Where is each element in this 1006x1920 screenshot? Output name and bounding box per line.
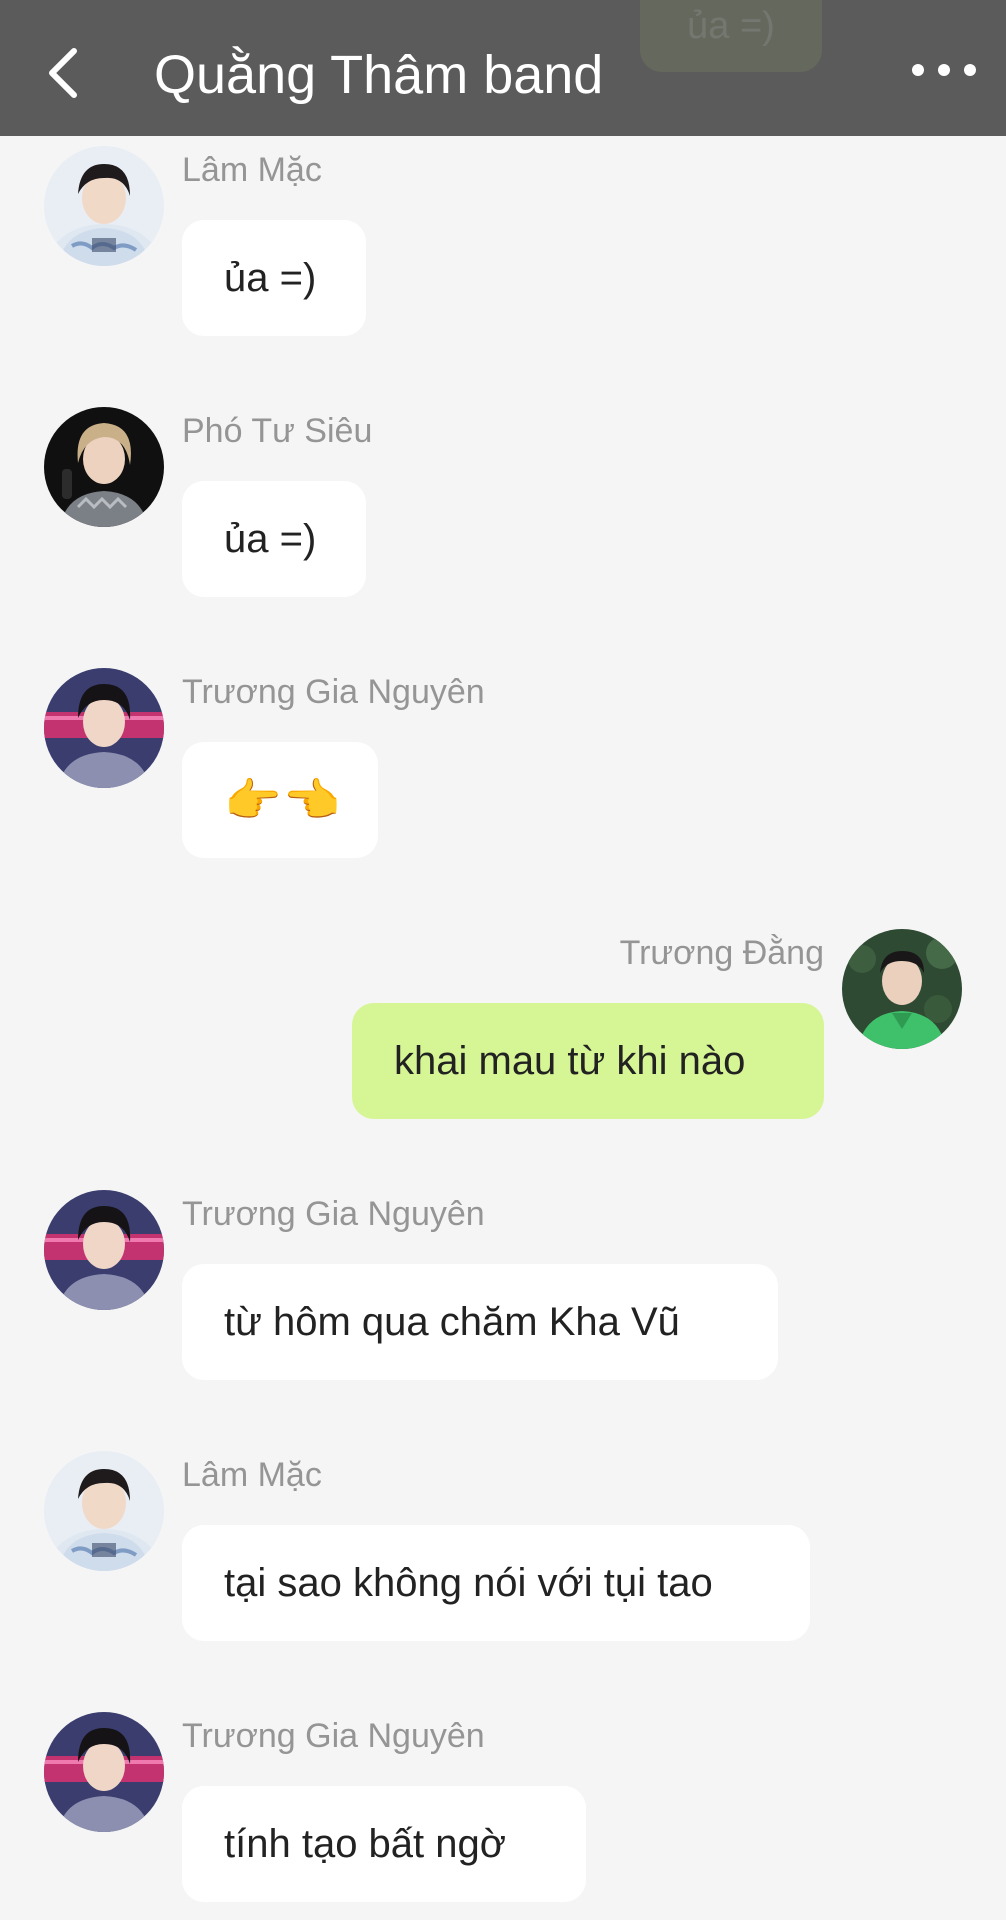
more-options-button[interactable] <box>912 50 976 90</box>
avatar-truong-gia-nguyen[interactable] <box>44 668 164 788</box>
sender-name: Trương Gia Nguyên <box>182 673 485 711</box>
message-bubble[interactable]: tại sao không nói với tụi tao <box>182 1525 810 1641</box>
sender-name: Trương Gia Nguyên <box>182 1717 485 1755</box>
avatar-lam-mac[interactable] <box>44 146 164 266</box>
avatar-truong-gia-nguyen[interactable] <box>44 1712 164 1832</box>
message-bubble[interactable]: 👉👈 <box>182 742 378 858</box>
avatar-truong-gia-nguyen[interactable] <box>44 1190 164 1310</box>
message-bubble[interactable]: từ hôm qua chăm Kha Vũ <box>182 1264 778 1380</box>
sender-name: Lâm Mặc <box>182 151 322 189</box>
chevron-left-icon <box>49 48 77 98</box>
sender-name: Lâm Mặc <box>182 1456 322 1494</box>
avatar-pho-tu-sieu[interactable] <box>44 407 164 527</box>
sender-name: Trương Đằng <box>619 934 824 972</box>
chat-header: ủa =) Quằng Thâm band <box>0 0 1006 136</box>
sender-name: Phó Tư Siêu <box>182 412 373 450</box>
avatar-truong-dang[interactable] <box>842 929 962 1049</box>
message-bubble[interactable]: ủa =) <box>182 220 366 336</box>
chat-title: Quằng Thâm band <box>154 45 604 105</box>
avatar-lam-mac[interactable] <box>44 1451 164 1571</box>
message-bubble[interactable]: ủa =) <box>182 481 366 597</box>
message-bubble[interactable]: khai mau từ khi nào <box>352 1003 824 1119</box>
message-bubble[interactable]: tính tạo bất ngờ <box>182 1786 586 1902</box>
back-button[interactable] <box>38 38 88 108</box>
scrolled-message-bubble: ủa =) <box>640 0 822 72</box>
sender-name: Trương Gia Nguyên <box>182 1195 485 1233</box>
more-horizontal-icon <box>912 64 924 76</box>
